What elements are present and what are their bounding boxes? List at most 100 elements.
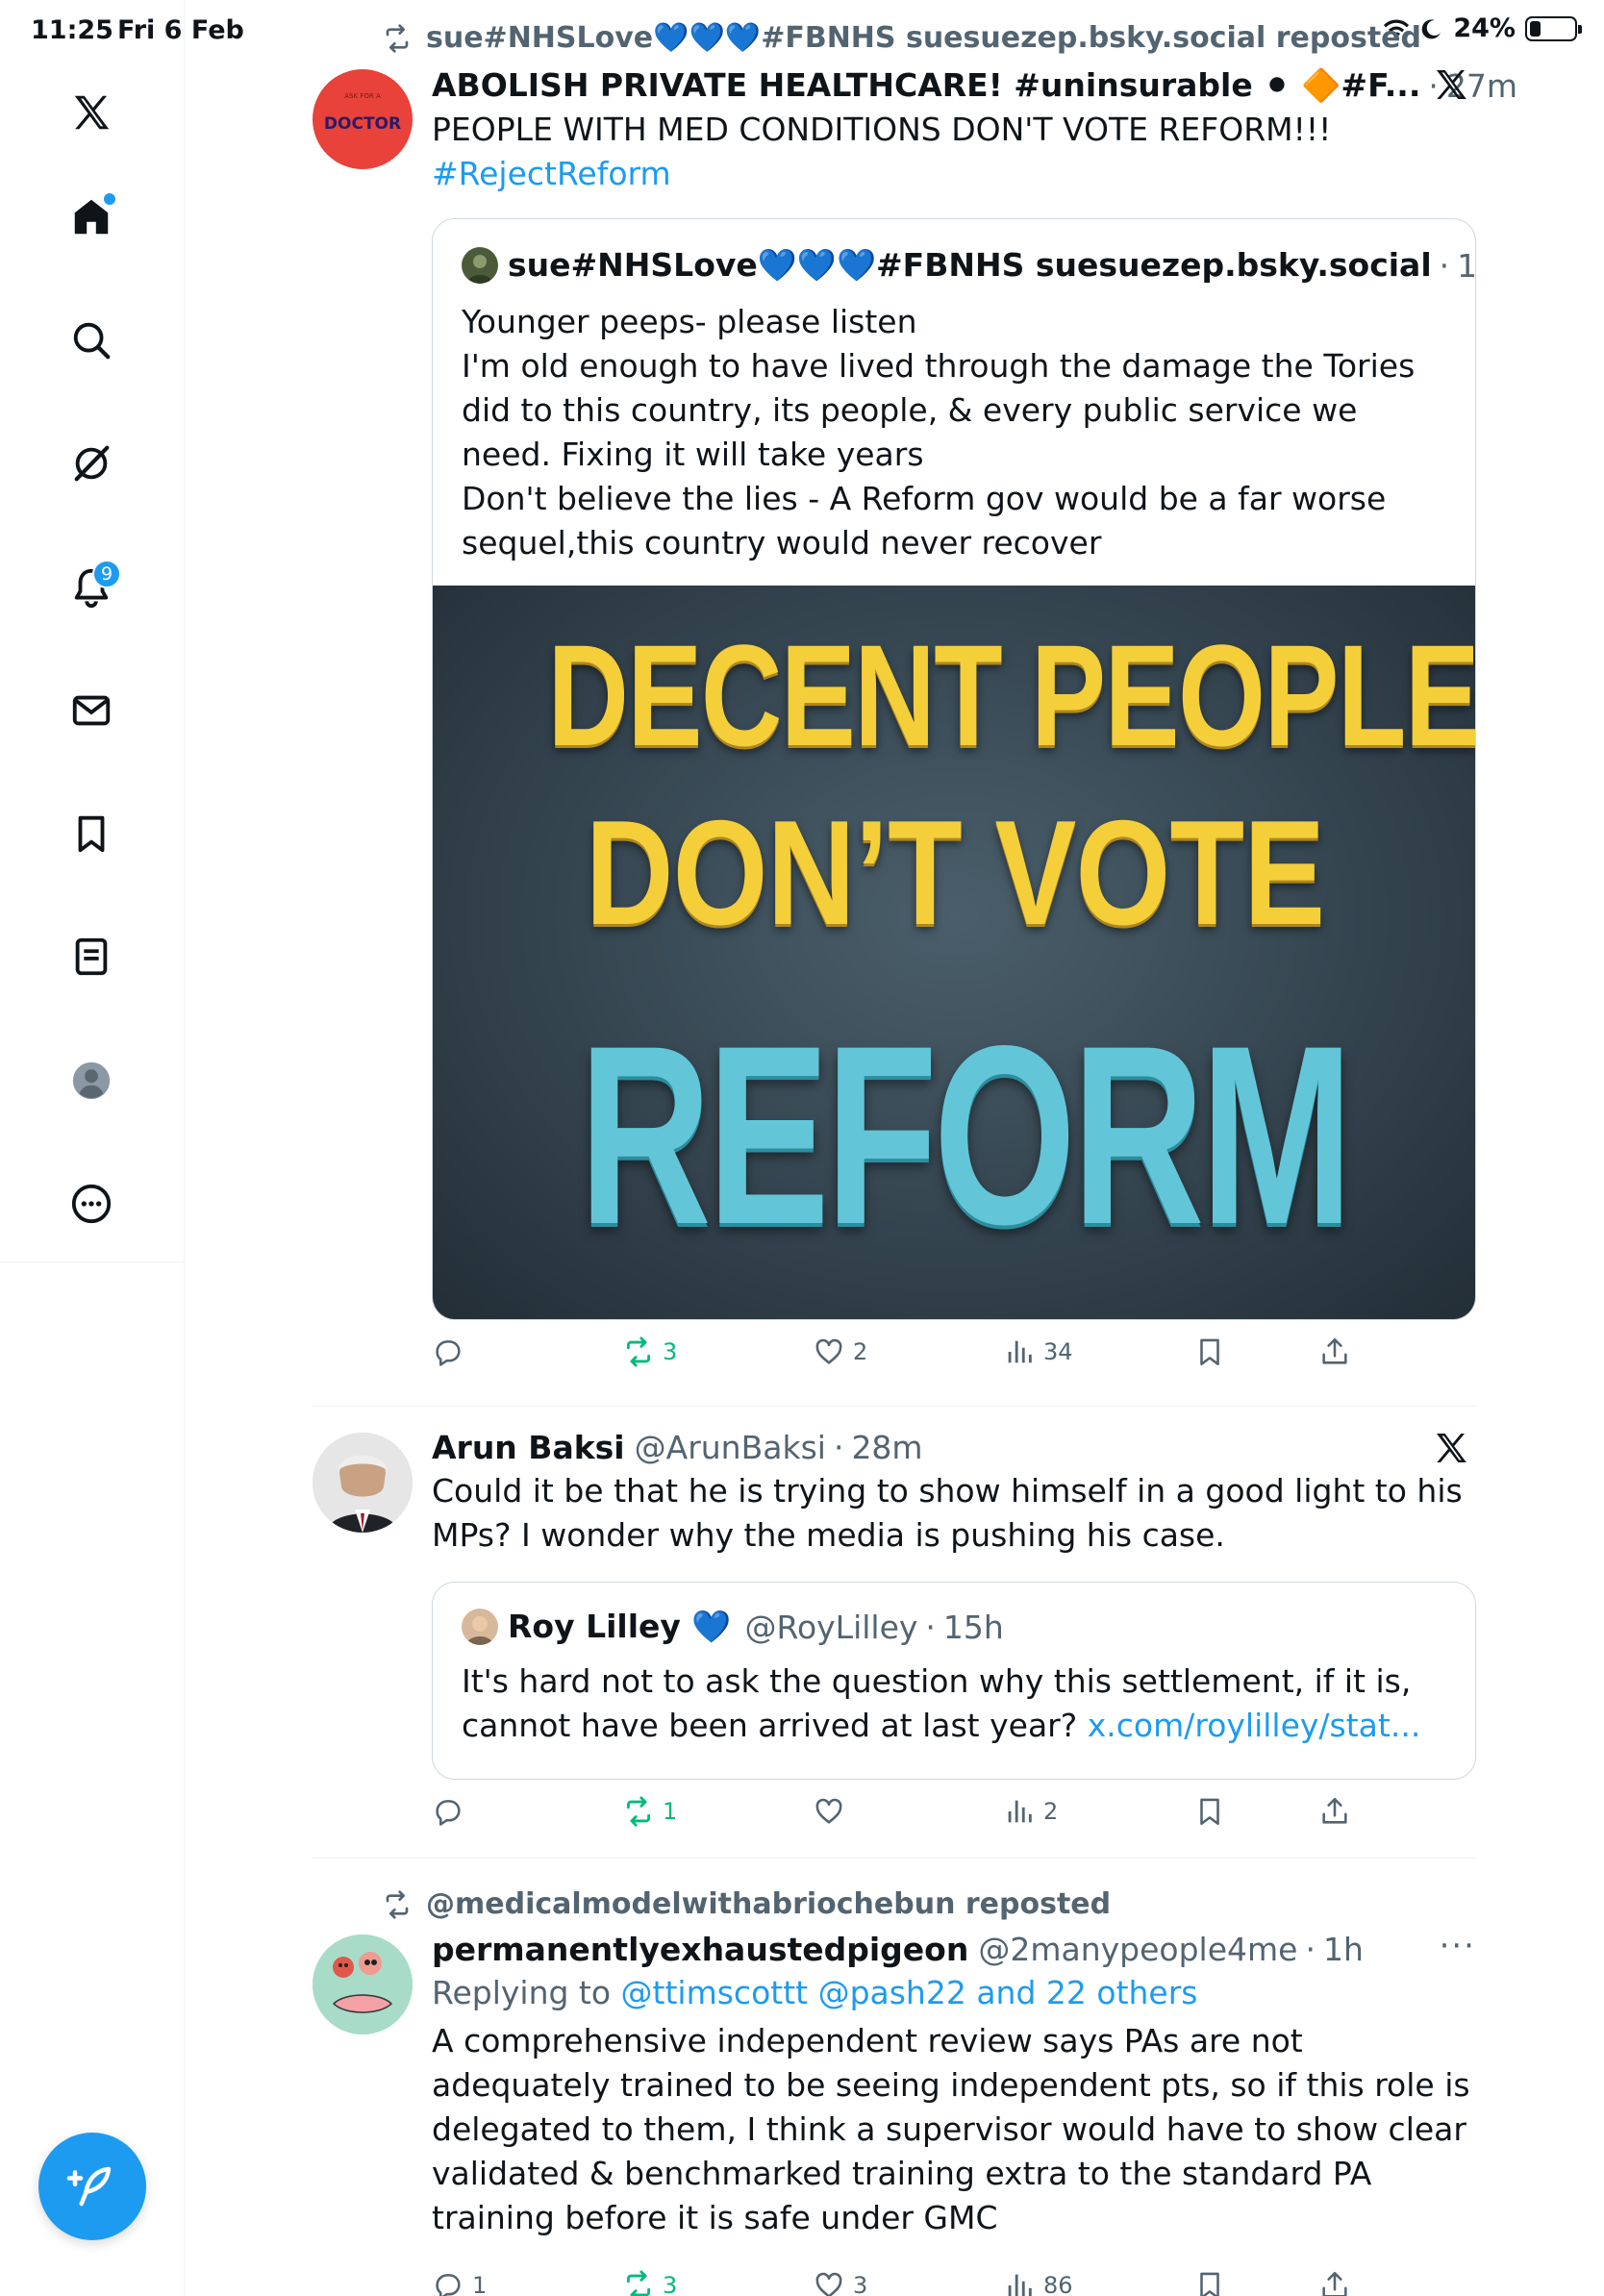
nav-bookmarks[interactable] xyxy=(63,806,119,861)
post-header: ABOLISH PRIVATE HEALTHCARE! #uninsurable… xyxy=(432,66,1518,105)
profile-icon xyxy=(72,1061,111,1100)
share-icon xyxy=(1322,1337,1347,1364)
views-button[interactable]: 34 xyxy=(1003,1335,1073,1368)
replying-to: Replying to @ttimscottt @pash22 and 22 o… xyxy=(432,1974,1198,2011)
poster-line-1: DECENT PEOPLE xyxy=(547,614,1476,776)
display-name[interactable]: ABOLISH PRIVATE HEALTHCARE! #uninsurable… xyxy=(432,66,1420,105)
display-name[interactable]: permanentlyexhaustedpigeon xyxy=(432,1931,968,1968)
reply-button[interactable]: 1 xyxy=(432,2269,487,2296)
reply-icon xyxy=(436,1340,461,1366)
quoted-image[interactable]: DECENT PEOPLE DON’T VOTE REFORM xyxy=(433,586,1476,1319)
post-content: permanentlyexhaustedpigeon @2manypeople4… xyxy=(432,1927,1476,2240)
post-text: Could it be that he is trying to show hi… xyxy=(432,1472,1463,1554)
views-icon xyxy=(1008,2274,1032,2296)
quoted-display-name: sue#NHSLove💙💙💙#FBNHS suesuezep.bsky.soci… xyxy=(508,246,1432,284)
post-time[interactable]: 1h xyxy=(1323,1931,1364,1968)
post-header: Arun Baksi @ArunBaksi · 28m xyxy=(432,1428,923,1466)
quoted-handle: @RoyLilley xyxy=(744,1608,918,1646)
hashtag-link[interactable]: #RejectReform xyxy=(432,152,1476,196)
like-button[interactable]: 3 xyxy=(813,2269,867,2296)
nav-profile[interactable] xyxy=(63,1053,119,1109)
x-logo-icon xyxy=(1437,70,1466,99)
share-icon xyxy=(1322,2271,1347,2296)
bookmark-icon xyxy=(1200,1338,1219,1366)
post-actions: 1 2 xyxy=(432,1795,1476,1841)
nav-search[interactable] xyxy=(63,312,119,368)
post-header: permanentlyexhaustedpigeon @2manypeople4… xyxy=(432,1930,1364,1968)
like-button[interactable] xyxy=(813,1795,853,1828)
battery-percent: 24% xyxy=(1453,13,1516,43)
compose-feather-icon xyxy=(66,2166,112,2207)
avatar[interactable] xyxy=(313,1433,413,1533)
battery-icon xyxy=(1525,15,1582,41)
poster-line-3: REFORM xyxy=(579,993,1353,1278)
post-time[interactable]: 28m xyxy=(851,1429,922,1466)
compose-button[interactable] xyxy=(38,2133,146,2240)
share-button[interactable] xyxy=(1318,2269,1351,2296)
repost-button[interactable]: 1 xyxy=(622,1795,677,1828)
bookmark-icon xyxy=(1200,2272,1219,2296)
repost-context: @medicalmodelwithabriochebun reposted xyxy=(382,1887,1111,1921)
bookmark-button[interactable] xyxy=(1193,1795,1226,1828)
messages-icon xyxy=(72,695,111,726)
reply-icon xyxy=(436,2274,461,2296)
more-options-icon[interactable]: ··· xyxy=(1440,1927,1476,1965)
quoted-time: 15h xyxy=(942,1608,1004,1646)
grok-icon xyxy=(74,445,110,482)
avatar[interactable]: ASK FOR A DOCTOR xyxy=(313,69,413,169)
nav-grok[interactable] xyxy=(63,436,119,491)
nav-messages[interactable] xyxy=(63,683,119,738)
sidebar-divider xyxy=(0,1261,185,1262)
like-button[interactable]: 2 xyxy=(813,1335,867,1368)
heart-icon xyxy=(815,1338,842,1364)
share-button[interactable] xyxy=(1318,1795,1351,1828)
repost-icon xyxy=(386,23,409,53)
repost-context: sue#NHSLove💙💙💙#FBNHS suesuezep.bsky.soci… xyxy=(382,21,1421,55)
notifications-badge: 9 xyxy=(92,560,121,588)
quoted-post[interactable]: Roy Lilley 💙 @RoyLilley · 15h It's hard … xyxy=(432,1582,1476,1780)
share-button[interactable] xyxy=(1318,1335,1351,1368)
home-unread-dot xyxy=(104,193,115,205)
repost-icon xyxy=(626,1796,651,1827)
repost-icon xyxy=(626,1336,651,1367)
x-logo-icon xyxy=(1437,1434,1466,1462)
handle[interactable]: @ArunBaksi xyxy=(635,1429,826,1466)
post-text: PEOPLE WITH MED CONDITIONS DON'T VOTE RE… xyxy=(432,111,1332,148)
quoted-link[interactable]: x.com/roylilley/stat... xyxy=(1088,1707,1421,1744)
reply-button[interactable] xyxy=(432,1335,472,1368)
quoted-post-header: Roy Lilley 💙 @RoyLilley · 15h xyxy=(462,1608,1004,1646)
heart-icon xyxy=(815,1798,842,1824)
moon-icon xyxy=(1422,18,1441,38)
quoted-avatar xyxy=(462,1609,498,1645)
nav-lists[interactable] xyxy=(63,929,119,985)
post-content: Arun Baksi @ArunBaksi · 28m Could it be … xyxy=(432,1425,1476,1558)
quoted-post[interactable]: sue#NHSLove💙💙💙#FBNHS suesuezep.bsky.soci… xyxy=(432,218,1476,1320)
handle[interactable]: @2manypeople4me xyxy=(978,1931,1297,1968)
views-icon xyxy=(1008,1800,1032,1823)
post-divider xyxy=(313,1406,1476,1407)
quoted-time: 16h xyxy=(1457,246,1476,285)
repost-button[interactable]: 3 xyxy=(622,1335,677,1368)
reply-button[interactable] xyxy=(432,1795,472,1828)
repost-button[interactable]: 3 xyxy=(622,2269,677,2296)
views-button[interactable]: 2 xyxy=(1003,1795,1058,1828)
bookmark-button[interactable] xyxy=(1193,1335,1226,1368)
bookmark-button[interactable] xyxy=(1193,2269,1226,2296)
display-name[interactable]: Arun Baksi xyxy=(432,1429,625,1466)
replying-to-users[interactable]: @ttimscottt @pash22 and 22 others xyxy=(621,1974,1198,2011)
views-button[interactable]: 86 xyxy=(1003,2269,1073,2296)
quoted-text: It's hard not to ask the question why th… xyxy=(462,1662,1421,1744)
x-logo-icon[interactable] xyxy=(63,85,119,140)
search-icon xyxy=(73,322,111,360)
battery-level xyxy=(1530,20,1541,37)
avatar[interactable] xyxy=(313,1934,413,2034)
poster-line-2: DON’T VOTE xyxy=(585,789,1325,956)
nav-notifications[interactable]: 9 xyxy=(63,560,121,615)
nav-home[interactable] xyxy=(63,189,119,245)
post-actions: 1 3 3 86 xyxy=(432,2269,1476,2296)
avatar-text: DOCTOR xyxy=(324,114,401,134)
share-icon xyxy=(1322,1797,1347,1824)
lists-icon xyxy=(75,937,108,976)
bookmarks-icon xyxy=(78,815,105,853)
nav-more[interactable] xyxy=(63,1176,119,1232)
